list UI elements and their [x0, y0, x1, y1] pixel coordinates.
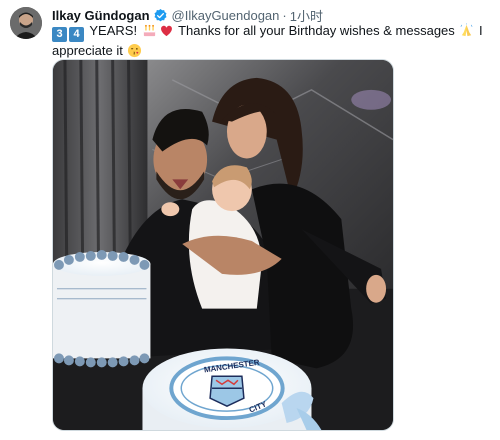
tweet-text: 34 YEARS! Thanks for all your Birthday w… [52, 22, 492, 59]
avatar[interactable] [10, 7, 42, 39]
red-heart-emoji [159, 23, 174, 38]
keycap-4-emoji: 4 [69, 27, 84, 42]
display-name[interactable]: Ilkay Gündogan [52, 8, 150, 23]
author-handle[interactable]: @IlkayGuendogan [172, 8, 280, 23]
birthday-cake-emoji [142, 23, 157, 38]
folded-hands-emoji [459, 23, 474, 38]
tweet-text-part1: YEARS! [86, 23, 141, 38]
tweet-text-part2: Thanks for all your Birthday wishes & me… [174, 23, 459, 38]
verified-badge-icon [153, 8, 168, 23]
separator-dot: · [282, 7, 287, 23]
keycap-3-emoji: 3 [52, 27, 67, 42]
tweet-photo[interactable]: MANCHESTER CITY [52, 59, 394, 431]
kissing-face-emoji [127, 43, 142, 58]
tweet[interactable]: Ilkay Gündogan @IlkayGuendogan · 1小时 34 … [0, 0, 500, 440]
